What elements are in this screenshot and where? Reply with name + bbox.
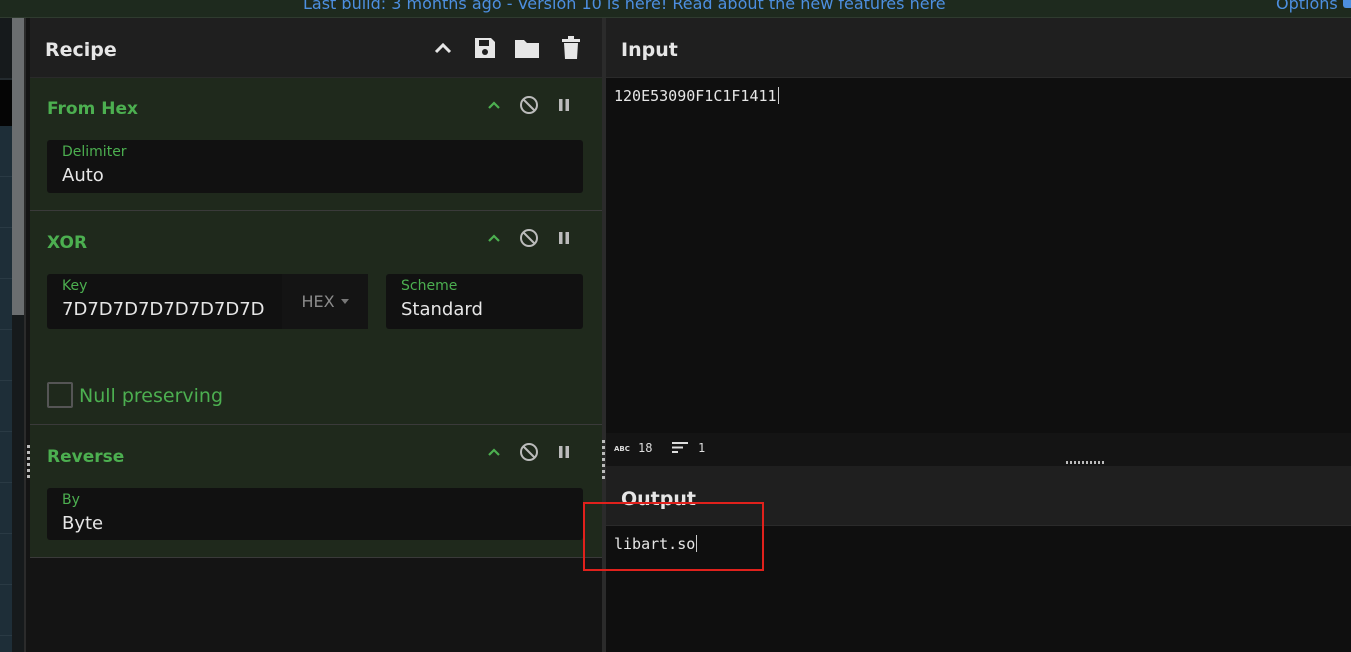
input-title: Input <box>621 39 678 61</box>
operations-scrollbar[interactable] <box>12 18 24 315</box>
svg-text:ABC: ABC <box>614 445 630 452</box>
input-header: Input <box>606 18 1351 78</box>
build-notice-link[interactable]: Last build: 3 months ago - Version 10 is… <box>303 0 946 13</box>
trash-icon[interactable] <box>558 34 584 62</box>
pause-icon[interactable] <box>553 227 575 249</box>
chevron-up-icon[interactable] <box>430 34 456 62</box>
field-label: Scheme <box>401 278 458 294</box>
input-lines: 1 <box>698 441 706 455</box>
chevron-up-icon[interactable] <box>483 441 505 463</box>
recipe-title: Recipe <box>45 39 117 61</box>
field-label: By <box>62 492 80 508</box>
operation-xor[interactable]: XOR Key 7D7D7D7D7D7D7D7D HEX Scheme Stan… <box>30 211 602 425</box>
input-status-bar: ABC 18 1 <box>606 433 1351 461</box>
operation-title: XOR <box>47 233 88 253</box>
pause-icon[interactable] <box>553 441 575 463</box>
pause-icon[interactable] <box>553 94 575 116</box>
input-text[interactable]: 120E53090F1C1F1411 <box>614 87 779 105</box>
drag-handle-icon[interactable] <box>27 445 30 481</box>
lines-icon <box>672 442 688 456</box>
field-value: Byte <box>62 513 104 534</box>
recipe-header: Recipe <box>30 18 602 78</box>
input-length: 18 <box>638 441 653 455</box>
chevron-up-icon[interactable] <box>483 227 505 249</box>
operations-panel-edge <box>0 18 26 652</box>
field-value: Auto <box>62 165 104 186</box>
delimiter-field[interactable]: Delimiter Auto <box>47 140 583 193</box>
disable-icon[interactable] <box>518 227 540 249</box>
drag-handle-icon[interactable] <box>602 440 605 480</box>
input-textarea[interactable]: 120E53090F1C1F1411 <box>606 78 1351 433</box>
length-icon: ABC <box>614 441 632 455</box>
scheme-field[interactable]: Scheme Standard <box>386 274 583 329</box>
null-preserving-checkbox[interactable] <box>47 382 73 408</box>
field-label: Delimiter <box>62 144 127 160</box>
folder-icon[interactable] <box>514 34 540 62</box>
chevron-up-icon[interactable] <box>483 94 505 116</box>
key-field[interactable]: Key 7D7D7D7D7D7D7D7D HEX <box>47 274 368 329</box>
top-notice-bar: Last build: 3 months ago - Version 10 is… <box>0 0 1351 18</box>
operations-list <box>0 126 12 652</box>
highlight-box <box>583 502 764 571</box>
key-input[interactable]: 7D7D7D7D7D7D7D7D <box>62 299 265 320</box>
field-value: Standard <box>401 299 483 320</box>
gear-icon[interactable] <box>1343 0 1351 8</box>
disable-icon[interactable] <box>518 441 540 463</box>
panel-resize-handle[interactable] <box>24 18 26 652</box>
null-preserving-label[interactable]: Null preserving <box>79 385 223 407</box>
resize-handle-icon[interactable] <box>1066 461 1104 464</box>
disable-icon[interactable] <box>518 94 540 116</box>
field-label: Key <box>62 278 88 294</box>
key-format-dropdown[interactable]: HEX <box>282 274 368 329</box>
operation-from-hex[interactable]: From Hex Delimiter Auto <box>30 78 602 211</box>
save-icon[interactable] <box>472 34 498 62</box>
options-link[interactable]: Options <box>1276 0 1338 13</box>
operation-reverse[interactable]: Reverse By Byte <box>27 425 602 558</box>
operation-title: From Hex <box>47 99 138 119</box>
key-format-label: HEX <box>301 292 335 311</box>
operation-title: Reverse <box>47 447 125 467</box>
caret-down-icon <box>340 299 349 304</box>
by-field[interactable]: By Byte <box>47 488 583 540</box>
recipe-panel: Recipe From Hex Delimiter Auto XOR Key 7… <box>27 18 602 652</box>
